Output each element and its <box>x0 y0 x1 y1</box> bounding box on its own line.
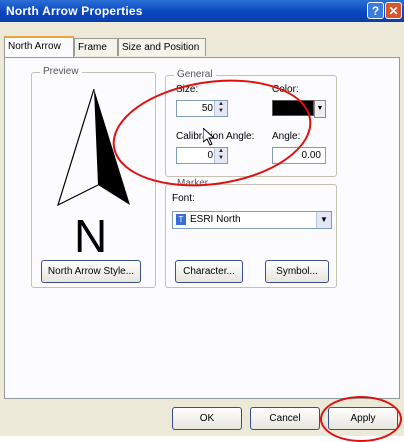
north-arrow-properties-dialog: North Arrow Properties ? ✕ North Arrow F… <box>0 0 404 442</box>
window-title: North Arrow Properties <box>6 4 143 18</box>
preview-group: Preview N <box>31 66 156 288</box>
calibration-angle-value: 0 <box>207 150 213 161</box>
font-dropdown-icon[interactable]: ▼ <box>316 212 331 228</box>
general-legend: General <box>174 69 216 80</box>
tab-size-and-position[interactable]: Size and Position <box>118 38 206 56</box>
angle-value: 0.00 <box>301 150 321 161</box>
font-value: ESRI North <box>190 214 241 225</box>
marker-legend: Marker <box>174 178 212 189</box>
tab-north-arrow[interactable]: North Arrow <box>4 36 74 57</box>
north-letter: N <box>74 210 108 262</box>
general-group: General Size: 50 ▲ ▼ Color: ▼ Calibration… <box>165 69 337 177</box>
help-button[interactable]: ? <box>367 2 384 19</box>
size-spin-arrows-icon[interactable]: ▲ ▼ <box>214 101 227 116</box>
font-label: Font: <box>172 193 195 204</box>
tab-panel: Preview N North Arrow Style... General S… <box>4 57 400 399</box>
size-spinner[interactable]: 50 ▲ ▼ <box>176 100 228 117</box>
color-label: Color: <box>272 84 299 95</box>
symbol-button[interactable]: Symbol... <box>265 260 329 283</box>
font-combobox[interactable]: T ESRI North ▼ <box>172 211 332 229</box>
tab-frame[interactable]: Frame <box>74 38 118 56</box>
color-swatch[interactable] <box>272 100 314 116</box>
title-bar[interactable]: North Arrow Properties ? ✕ <box>0 0 404 22</box>
angle-label: Angle: <box>272 131 301 142</box>
angle-field[interactable]: 0.00 <box>272 147 326 164</box>
size-label: Size: <box>176 84 199 95</box>
mouse-cursor-icon <box>203 128 215 146</box>
close-button[interactable]: ✕ <box>385 2 402 19</box>
apply-button[interactable]: Apply <box>328 407 398 430</box>
color-dropdown-icon[interactable]: ▼ <box>314 100 326 118</box>
size-value: 50 <box>201 103 213 114</box>
character-button[interactable]: Character... <box>175 260 243 283</box>
cancel-button[interactable]: Cancel <box>250 407 320 430</box>
calibration-spin-arrows-icon[interactable]: ▲ ▼ <box>214 148 227 163</box>
preview-legend: Preview <box>40 66 82 77</box>
calibration-angle-label: Calibration Angle: <box>176 131 255 142</box>
north-arrow-style-button[interactable]: North Arrow Style... <box>41 260 141 283</box>
calibration-angle-spinner[interactable]: 0 ▲ ▼ <box>176 147 228 164</box>
north-arrow-preview-icon <box>57 89 130 207</box>
ok-button[interactable]: OK <box>172 407 242 430</box>
font-type-icon: T <box>176 214 186 225</box>
